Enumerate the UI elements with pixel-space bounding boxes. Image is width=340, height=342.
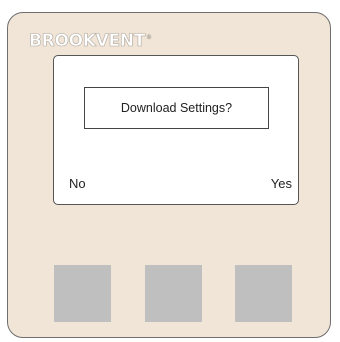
yes-softkey-label: Yes xyxy=(270,176,292,191)
trademark-mark: ® xyxy=(146,34,152,42)
brand-logo: BROOKVENT® xyxy=(29,31,152,51)
brand-name: BROOKVENT xyxy=(29,31,146,51)
dialog-message: Download Settings? xyxy=(120,101,233,115)
left-button[interactable] xyxy=(54,265,111,322)
middle-button[interactable] xyxy=(145,265,202,322)
lcd-screen: Download Settings? No Yes xyxy=(53,55,299,205)
no-softkey-label: No xyxy=(69,176,86,191)
download-settings-dialog: Download Settings? xyxy=(84,87,269,129)
right-button[interactable] xyxy=(235,265,292,322)
